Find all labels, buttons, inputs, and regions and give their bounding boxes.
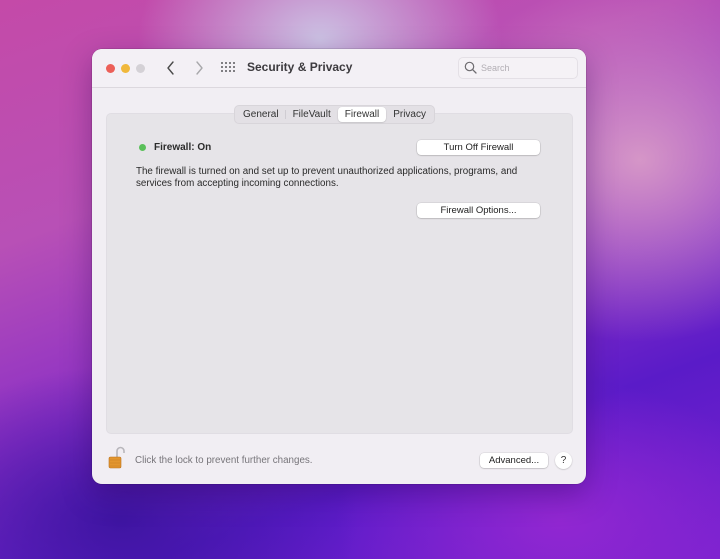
tab-general[interactable]: General	[236, 107, 286, 122]
tab-privacy[interactable]: Privacy	[386, 107, 433, 122]
window-title: Security & Privacy	[247, 60, 353, 74]
tab-firewall[interactable]: Firewall	[337, 107, 387, 122]
tab-bar: General FileVault Firewall Privacy	[234, 105, 435, 124]
chevron-right-icon	[196, 61, 203, 75]
search-icon	[464, 61, 477, 74]
lock-button[interactable]	[108, 446, 126, 470]
show-all-button[interactable]	[221, 62, 235, 74]
security-privacy-window: Security & Privacy General FileVault Fir…	[92, 49, 586, 484]
forward-button[interactable]	[191, 59, 207, 77]
firewall-options-button[interactable]: Firewall Options...	[417, 203, 540, 218]
search-input[interactable]	[481, 60, 571, 76]
firewall-status-label: Firewall: On	[154, 142, 212, 153]
tab-content-panel	[106, 113, 573, 434]
help-button[interactable]: ?	[555, 452, 572, 469]
lock-hint-text: Click the lock to prevent further change…	[135, 455, 313, 466]
close-button[interactable]	[106, 64, 115, 73]
title-bar: Security & Privacy	[92, 49, 586, 88]
advanced-button[interactable]: Advanced...	[480, 453, 548, 468]
turn-off-firewall-button[interactable]: Turn Off Firewall	[417, 140, 540, 155]
back-button[interactable]	[163, 59, 179, 77]
chevron-left-icon	[167, 61, 174, 75]
firewall-status-indicator	[139, 144, 146, 151]
tab-filevault[interactable]: FileVault	[286, 107, 338, 122]
unlocked-padlock-icon	[108, 446, 125, 469]
minimize-button[interactable]	[121, 64, 130, 73]
search-field[interactable]	[458, 57, 578, 79]
zoom-button[interactable]	[136, 64, 145, 73]
firewall-description: The firewall is turned on and set up to …	[136, 166, 518, 189]
